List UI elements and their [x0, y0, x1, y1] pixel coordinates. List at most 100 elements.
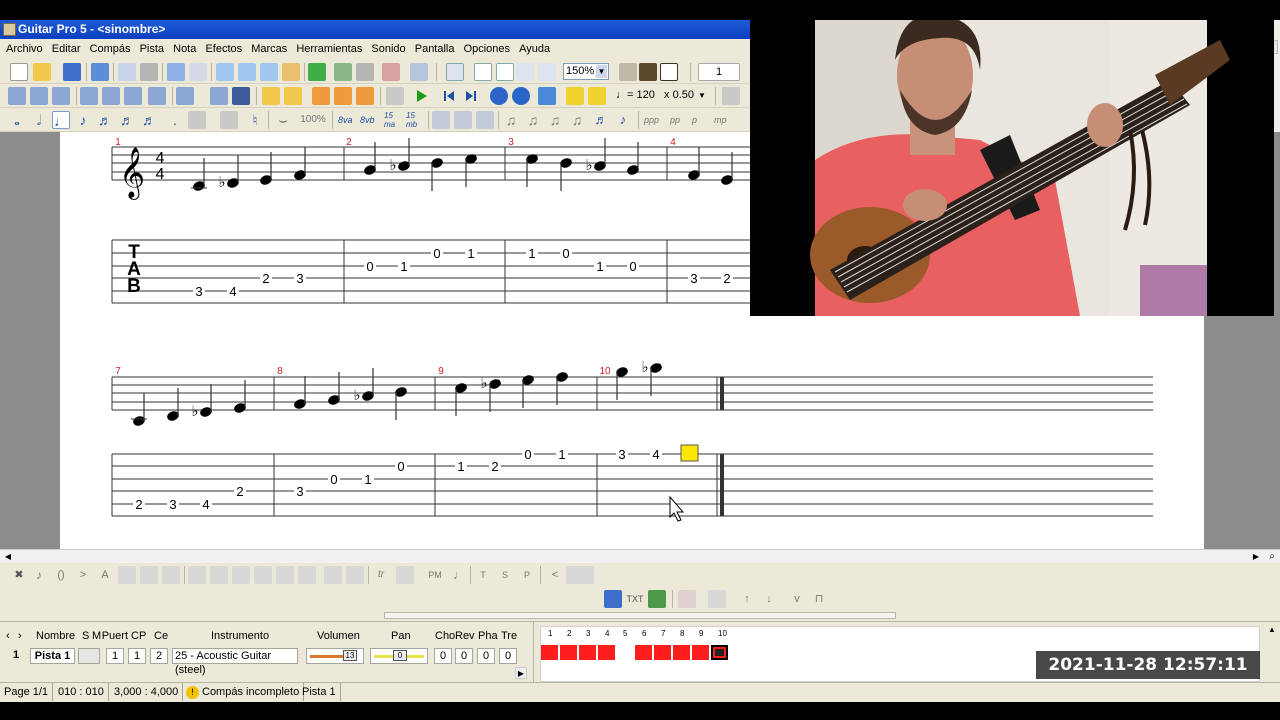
menu-marcas[interactable]: Marcas	[251, 39, 287, 60]
bookmark-next-icon[interactable]	[334, 87, 352, 105]
bend-edit-icon[interactable]	[678, 590, 696, 608]
vibrato-icon[interactable]	[276, 566, 294, 584]
accent-icon[interactable]: >	[74, 566, 92, 584]
harmonic-icon[interactable]	[118, 566, 136, 584]
timeline-measure-block[interactable]	[635, 645, 652, 660]
repeat-close-icon[interactable]	[102, 87, 120, 105]
track-port[interactable]: 1	[106, 648, 124, 664]
menu-herramientas[interactable]: Herramientas	[296, 39, 362, 60]
quarter-note-icon[interactable]: ♩	[52, 111, 70, 129]
slap-button[interactable]: S	[496, 566, 514, 584]
menu-ayuda[interactable]: Ayuda	[519, 39, 550, 60]
text-icon[interactable]: TXT	[626, 590, 644, 608]
palm-mute-button[interactable]: PM	[424, 566, 446, 584]
parchment-view-icon[interactable]	[474, 63, 492, 81]
dead-note-icon[interactable]: ✖	[10, 566, 28, 584]
menu-sonido[interactable]: Sonido	[371, 39, 405, 60]
bookmark-prev-icon[interactable]	[356, 87, 374, 105]
edit-marker-icon[interactable]	[284, 87, 302, 105]
lock-icon[interactable]	[232, 87, 250, 105]
dynamic-mp[interactable]: mp	[714, 111, 732, 129]
menu-opciones[interactable]: Opciones	[464, 39, 510, 60]
paste-icon[interactable]	[260, 63, 278, 81]
auto-beam-icon[interactable]: ♬	[592, 111, 610, 129]
copy-icon[interactable]	[238, 63, 256, 81]
lyrics-grid-icon[interactable]	[476, 111, 494, 129]
metronome-icon[interactable]	[490, 87, 508, 105]
undo-icon[interactable]	[167, 63, 185, 81]
tuning-icon[interactable]	[722, 87, 740, 105]
fade-in-icon[interactable]: <	[546, 566, 564, 584]
quindicesima-icon[interactable]: 15 ma	[384, 111, 402, 129]
horizontal-scroll-icon[interactable]	[538, 63, 556, 81]
delete-bar-icon[interactable]	[356, 63, 374, 81]
speed-trainer-icon[interactable]	[566, 87, 584, 105]
menu-efectos[interactable]: Efectos	[205, 39, 242, 60]
fretboard-icon[interactable]	[639, 63, 657, 81]
track-nav-prev-icon[interactable]: ‹	[6, 630, 10, 642]
menu-pista[interactable]: Pista	[140, 39, 164, 60]
upstroke-icon[interactable]: ⊓	[810, 590, 828, 608]
check-bars-icon[interactable]	[308, 63, 326, 81]
chord-diagram-icon[interactable]	[604, 590, 622, 608]
settings-gear-icon[interactable]	[410, 63, 428, 81]
staccato-icon[interactable]: ♩	[450, 566, 468, 584]
tapped-harmonic-icon[interactable]	[162, 566, 180, 584]
track-name[interactable]: Pista 1	[30, 648, 75, 664]
print-preview-icon[interactable]	[118, 63, 136, 81]
loop-playback-icon[interactable]	[538, 87, 556, 105]
multitrack-icon[interactable]	[619, 63, 637, 81]
hammer-icon[interactable]	[232, 566, 250, 584]
repeat-open-icon[interactable]	[80, 87, 98, 105]
arrow-down-icon[interactable]: ↓	[760, 590, 778, 608]
track-nav-next-icon[interactable]: ›	[18, 630, 22, 642]
paste-special-icon[interactable]	[282, 63, 300, 81]
speed-dropdown-icon[interactable]: ▼	[696, 87, 708, 105]
track-chorus[interactable]: 0	[434, 648, 452, 664]
pop-button[interactable]: P	[518, 566, 536, 584]
properties-icon[interactable]	[91, 63, 109, 81]
vertical-scroll-icon[interactable]	[516, 63, 534, 81]
parenthesis-icon[interactable]: ()	[52, 566, 70, 584]
page-view-icon[interactable]	[446, 63, 464, 81]
redo-icon[interactable]	[189, 63, 207, 81]
tapping-button[interactable]: T	[474, 566, 492, 584]
zoom-select[interactable]: 150% ▼	[563, 63, 609, 80]
menu-nota[interactable]: Nota	[173, 39, 196, 60]
wide-vibrato-icon[interactable]	[324, 566, 342, 584]
page-navigator[interactable]: 1	[698, 63, 740, 81]
menu-archivo[interactable]: Archivo	[6, 39, 43, 60]
timeline-scroll-up-icon[interactable]: ▲	[1265, 624, 1279, 636]
let-ring-icon[interactable]	[254, 566, 272, 584]
menu-compas[interactable]: Compás	[90, 39, 131, 60]
slash-note-icon[interactable]: ♫	[524, 111, 542, 129]
ottava-bassa-icon[interactable]: 8vb	[360, 111, 378, 129]
bend-icon[interactable]	[188, 566, 206, 584]
beam-break-icon[interactable]: ♪	[614, 111, 632, 129]
paragraph-icon[interactable]	[210, 87, 228, 105]
track-phaser[interactable]: 0	[477, 648, 495, 664]
tuplet-icon[interactable]	[188, 111, 206, 129]
keyboard-icon[interactable]	[660, 63, 678, 81]
grace-note-icon[interactable]: ♫	[502, 111, 520, 129]
next-bar-icon[interactable]	[462, 87, 480, 105]
sixteenth-note-icon[interactable]: ♬	[96, 111, 114, 129]
bookmark-icon[interactable]	[312, 87, 330, 105]
mixer-icon[interactable]	[648, 590, 666, 608]
solo-mute-toggle[interactable]	[78, 648, 100, 664]
sharp-icon[interactable]	[8, 87, 26, 105]
trill-vibrato-icon[interactable]	[346, 566, 364, 584]
track-instrument[interactable]: 25 - Acoustic Guitar (steel)	[172, 648, 298, 676]
timeline-measure-block[interactable]	[673, 645, 690, 660]
save-icon[interactable]	[63, 63, 81, 81]
timeline-measure-block[interactable]	[692, 645, 709, 660]
trill-icon[interactable]: tr	[372, 566, 390, 584]
track-reverb[interactable]: 0	[455, 648, 473, 664]
insert-bar-icon[interactable]	[334, 63, 352, 81]
timeline-measure-block[interactable]	[711, 645, 728, 660]
cut-icon[interactable]	[216, 63, 234, 81]
track-channel[interactable]: 1	[128, 648, 146, 664]
rest-icon[interactable]	[220, 111, 238, 129]
countdown-icon[interactable]	[512, 87, 530, 105]
new-file-icon[interactable]	[10, 63, 28, 81]
